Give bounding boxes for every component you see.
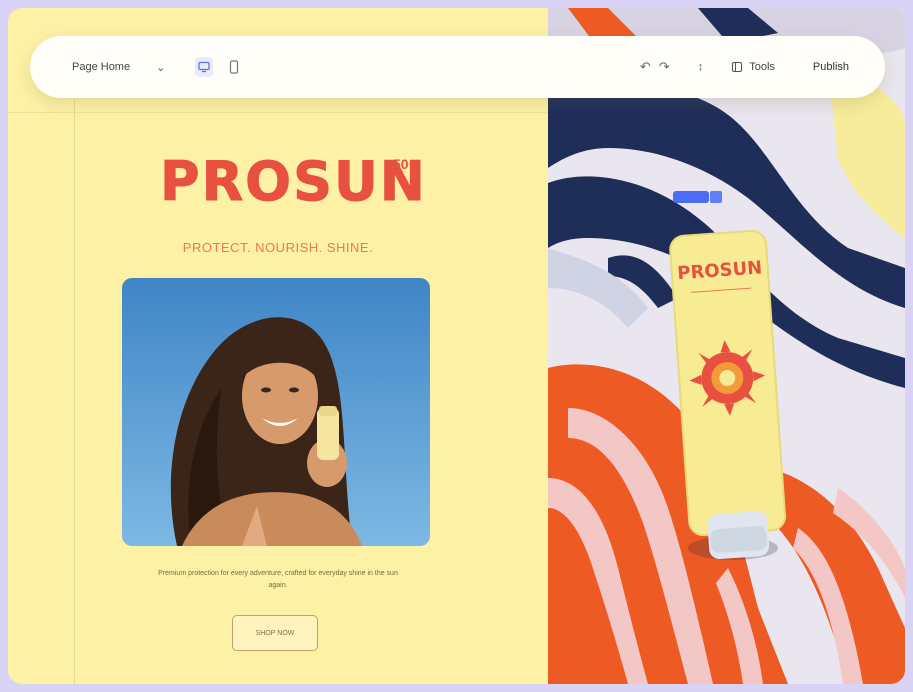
hero-image[interactable] [122, 278, 430, 546]
editor-canvas: PROSUN 50+ PROTECT. NOURISH. SHINE. Prem… [8, 8, 548, 684]
toolbar-actions: ↶ ↷ ↕ Tools Publish [640, 55, 859, 79]
tools-button[interactable]: Tools [731, 61, 775, 73]
publish-button[interactable]: Publish [803, 55, 859, 79]
mobile-icon [230, 60, 239, 74]
mobile-view-button[interactable] [225, 57, 243, 77]
editor-toolbar: Page Home ⌄ ↶ ↷ ↕ Tools Publish [30, 36, 885, 98]
chevron-down-icon: ⌄ [156, 61, 166, 74]
brand-logo: PROSUN [160, 150, 427, 214]
page-selector[interactable]: Page Home ⌄ [72, 61, 165, 74]
redo-icon[interactable]: ↷ [659, 59, 670, 75]
device-toggle [195, 57, 243, 77]
fullscreen-icon[interactable]: ↕ [698, 61, 704, 73]
hero-photo [122, 278, 430, 546]
product-photo[interactable]: PROSUN [548, 8, 905, 684]
shop-now-button[interactable]: SHOP NOW [232, 615, 318, 651]
app-frame: PROSUN 50+ PROTECT. NOURISH. SHINE. Prem… [8, 8, 905, 684]
layout-guide [74, 98, 75, 684]
tagline: PROTECT. NOURISH. SHINE. [182, 240, 374, 255]
page-selector-label: Page Home [72, 61, 131, 73]
body-copy: Premium protection for every adventure, … [158, 570, 398, 589]
desktop-icon [198, 61, 210, 73]
tools-label: Tools [749, 61, 775, 73]
layout-guide-horizontal [8, 112, 548, 113]
logo-superscript: 50+ [393, 156, 417, 172]
towel-product-image: PROSUN [548, 8, 905, 684]
tools-icon [732, 61, 743, 73]
desktop-view-button[interactable] [195, 57, 214, 77]
undo-icon[interactable]: ↶ [640, 59, 651, 75]
history-controls: ↶ ↷ [640, 59, 670, 75]
